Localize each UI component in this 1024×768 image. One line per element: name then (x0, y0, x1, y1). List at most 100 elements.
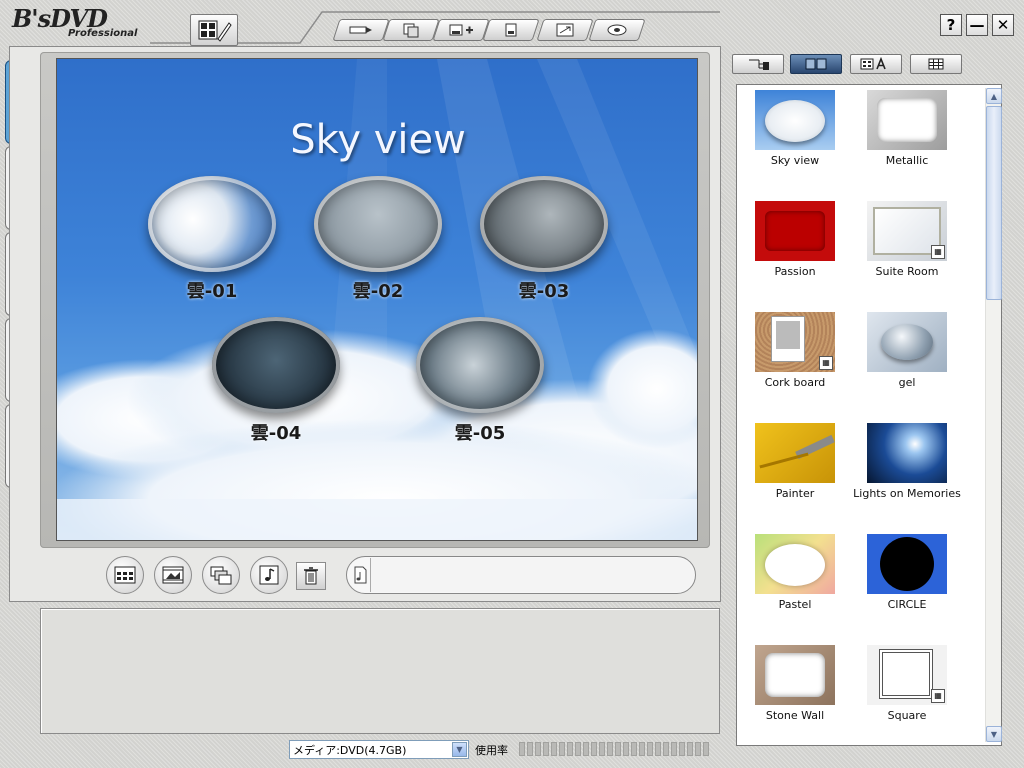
template-name: Pastel (778, 598, 812, 611)
copy-button[interactable] (382, 19, 440, 41)
template-thumbnail: ▦ (867, 645, 947, 705)
chapter-label-3[interactable]: 雲-03 (480, 277, 608, 303)
film-image-icon (162, 566, 184, 584)
template-item-suite-room[interactable]: ▦ Suite Room (852, 201, 962, 278)
usage-meter-segment (535, 742, 541, 756)
disc-button[interactable] (588, 19, 646, 41)
template-item-square[interactable]: ▦ Square (852, 645, 962, 722)
template-item-circle[interactable]: CIRCLE (852, 534, 962, 611)
film-badge-icon: ▦ (931, 689, 945, 703)
template-name: Stone Wall (765, 709, 825, 722)
chevron-down-icon[interactable]: ▼ (452, 742, 467, 757)
usage-meter-segment (575, 742, 581, 756)
music-button[interactable] (250, 556, 288, 594)
chapter-thumbnail-4[interactable] (212, 317, 340, 413)
film-badge-icon: ▦ (931, 245, 945, 259)
template-item-pastel[interactable]: Pastel (740, 534, 850, 611)
chapter-thumbnail-2[interactable] (314, 176, 442, 272)
chapter-label-4[interactable]: 雲-04 (212, 419, 340, 445)
usage-meter (519, 742, 715, 756)
thumbnail-view-icon (805, 58, 827, 70)
usage-meter-segment (663, 742, 669, 756)
scroll-up-icon[interactable]: ▲ (986, 88, 1002, 104)
usage-meter-segment (559, 742, 565, 756)
usage-meter-segment (655, 742, 661, 756)
close-button[interactable]: ✕ (992, 14, 1014, 36)
tree-view-icon (749, 59, 769, 70)
chapter-thumbnail-5[interactable] (416, 317, 544, 413)
template-item-cork-board[interactable]: ▦ Cork board (740, 312, 850, 389)
usage-meter-segment (631, 742, 637, 756)
template-name: Painter (775, 487, 815, 500)
template-item-stone-wall[interactable]: Stone Wall (740, 645, 850, 722)
menu-layout-button[interactable] (106, 556, 144, 594)
usage-meter-segment (607, 742, 613, 756)
logo-sub: Professional (68, 28, 138, 39)
trash-icon (304, 567, 318, 585)
template-name: Cork board (764, 376, 826, 389)
template-scrollbar[interactable]: ▲ ▼ (985, 88, 1002, 742)
template-name: Sky view (770, 154, 820, 167)
usage-meter-segment (551, 742, 557, 756)
template-thumbnail (867, 90, 947, 150)
media-select[interactable]: メディア:DVD(4.7GB) ▼ (289, 740, 469, 759)
view-tree-button[interactable] (732, 54, 784, 74)
usage-meter-segment (527, 742, 533, 756)
template-name: Metallic (885, 154, 929, 167)
media-select-value: メディア:DVD(4.7GB) (293, 743, 407, 757)
chapter-thumbnail-1[interactable] (148, 176, 276, 272)
view-text-button[interactable] (850, 54, 902, 74)
template-thumbnail (755, 423, 835, 483)
template-item-painter[interactable]: Painter (740, 423, 850, 500)
view-thumbnail-button[interactable] (790, 54, 842, 74)
resize-button[interactable] (536, 19, 594, 41)
template-thumbnail (867, 534, 947, 594)
template-thumbnail (867, 312, 947, 372)
template-name: Lights on Memories (853, 487, 961, 500)
template-thumbnail (867, 423, 947, 483)
chapter-label-2[interactable]: 雲-02 (314, 277, 442, 303)
menu-preview[interactable]: Sky view 雲-01 雲-02 雲-03 雲-04 雲-05 (56, 58, 698, 541)
usage-meter-segment (583, 742, 589, 756)
usage-meter-segment (671, 742, 677, 756)
film-badge-icon: ▦ (819, 356, 833, 370)
view-grid-button[interactable] (910, 54, 962, 74)
chapter-label-1[interactable]: 雲-01 (148, 277, 276, 303)
template-thumbnail (755, 534, 835, 594)
add-button[interactable] (432, 19, 490, 41)
delete-button[interactable] (296, 562, 326, 590)
usage-meter-segment (687, 742, 693, 756)
template-item-gel[interactable]: gel (852, 312, 962, 389)
sound-file-input[interactable] (370, 558, 694, 592)
template-grid: Sky view Metallic Passion ▦ Suite Room ▦… (738, 86, 982, 744)
scroll-thumb[interactable] (986, 106, 1002, 300)
chapter-thumbnail-3[interactable] (480, 176, 608, 272)
template-thumbnail (755, 645, 835, 705)
template-item-metallic[interactable]: Metallic (852, 90, 962, 167)
menu-grid-icon (114, 566, 136, 584)
stacked-frames-icon (210, 566, 232, 585)
layout-edit-button[interactable] (190, 14, 238, 46)
template-name: gel (898, 376, 916, 389)
minimize-button[interactable]: — (966, 14, 988, 36)
chapter-label-5[interactable]: 雲-05 (416, 419, 544, 445)
rename-button[interactable] (332, 19, 390, 41)
template-item-lights-on-memories[interactable]: Lights on Memories (852, 423, 962, 500)
scroll-down-icon[interactable]: ▼ (986, 726, 1002, 742)
template-thumbnail: ▦ (867, 201, 947, 261)
page-button[interactable] (482, 19, 540, 41)
usage-label: 使用率 (475, 744, 508, 757)
app-logo: B'sDVD Professional (12, 4, 160, 42)
usage-meter-segment (679, 742, 685, 756)
template-item-sky-view[interactable]: Sky view (740, 90, 850, 167)
button-style-button[interactable] (202, 556, 240, 594)
logo-main: B'sDVD (12, 4, 108, 33)
resize-icon (556, 23, 574, 37)
usage-meter-segment (703, 742, 709, 756)
help-button[interactable]: ? (940, 14, 962, 36)
template-item-passion[interactable]: Passion (740, 201, 850, 278)
background-image-button[interactable] (154, 556, 192, 594)
usage-meter-segment (623, 742, 629, 756)
grid-view-icon (928, 58, 944, 70)
menu-title[interactable]: Sky view (57, 117, 697, 163)
